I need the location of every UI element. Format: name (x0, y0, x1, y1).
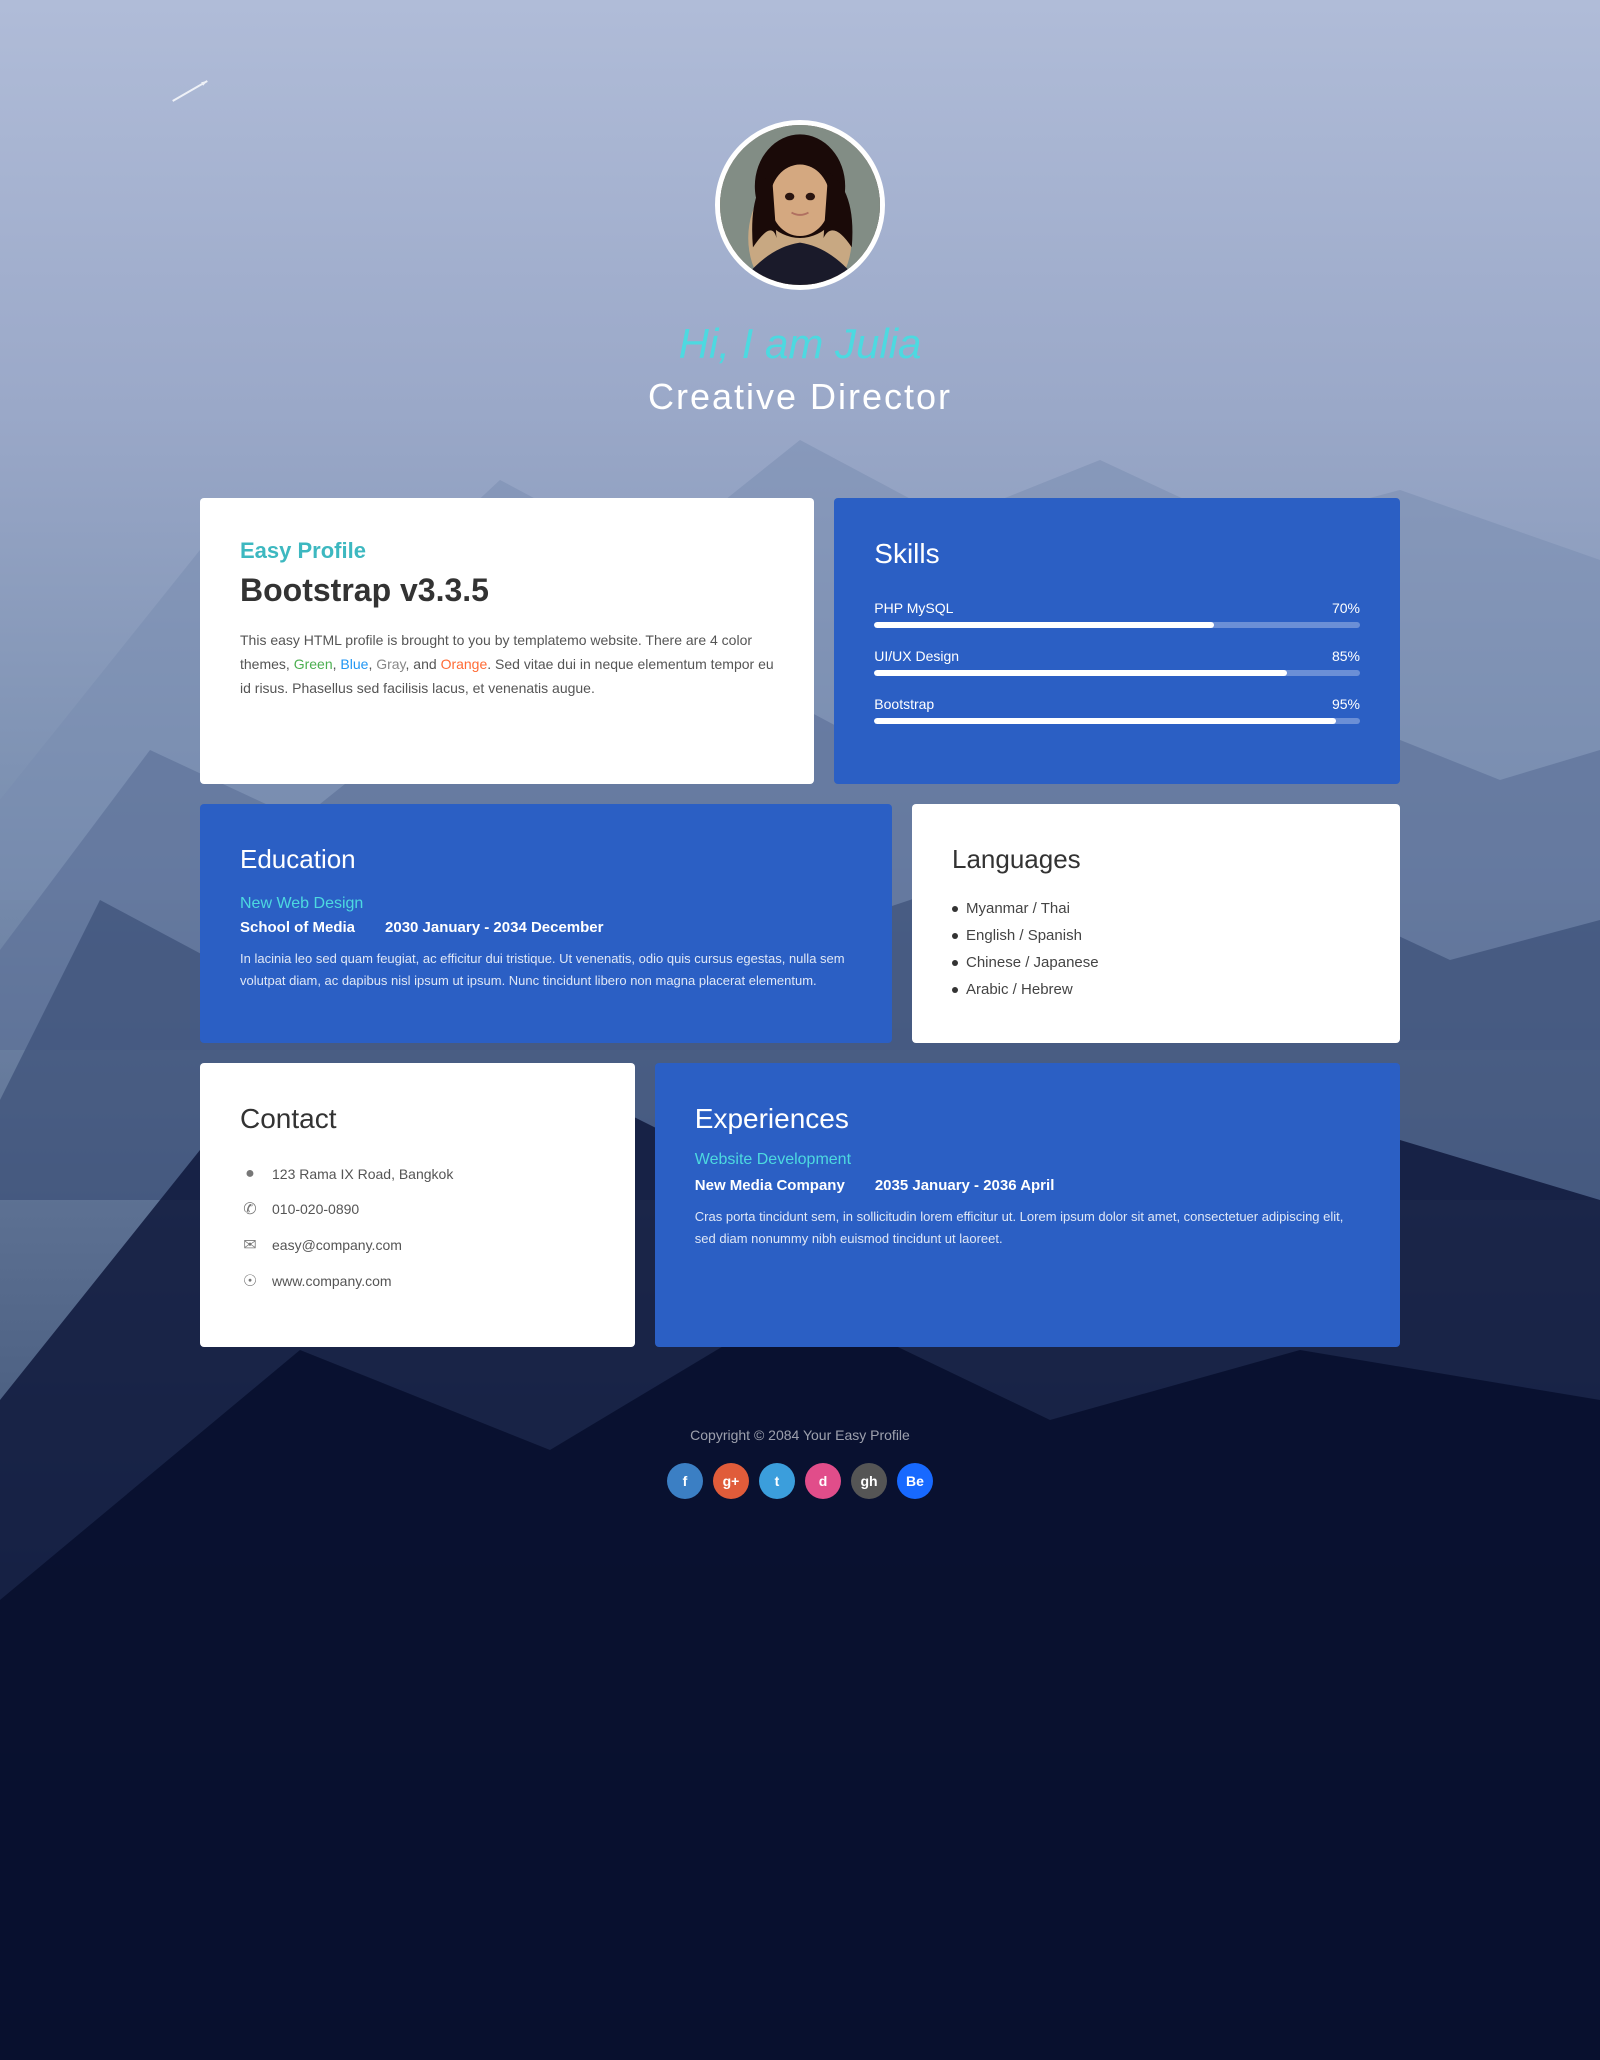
contact-website: ☉ www.company.com (240, 1271, 595, 1291)
skill-bar-fill-php (874, 622, 1214, 628)
skill-item-php: PHP MySQL 70% (874, 600, 1360, 628)
link-orange[interactable]: Orange (441, 656, 488, 672)
lang-label-4: Arabic / Hebrew (966, 981, 1073, 998)
link-blue[interactable]: Blue (340, 656, 368, 672)
social-google[interactable]: g+ (713, 1463, 749, 1499)
languages-card: Languages Myanmar / Thai English / Spani… (912, 804, 1400, 1043)
lang-bullet-1 (952, 906, 958, 912)
profile-card: Easy Profile Bootstrap v3.3.5 This easy … (200, 498, 814, 784)
footer: Copyright © 2084 Your Easy Profile f g+ … (200, 1367, 1400, 1539)
skill-item-bootstrap: Bootstrap 95% (874, 696, 1360, 724)
education-school: School of Media (240, 919, 355, 936)
lang-label-1: Myanmar / Thai (966, 900, 1070, 917)
skill-bar-bg-uiux (874, 670, 1360, 676)
language-item-4: Arabic / Hebrew (952, 976, 1360, 1003)
hero-name: Hi, I am Julia (200, 320, 1400, 368)
education-subsection: New Web Design (240, 895, 852, 913)
contact-phone-text: 010-020-0890 (272, 1201, 359, 1217)
cards-row-1: Easy Profile Bootstrap v3.3.5 This easy … (200, 498, 1400, 784)
social-twitter[interactable]: t (759, 1463, 795, 1499)
education-description: In lacinia leo sed quam feugiat, ac effi… (240, 948, 852, 992)
social-facebook[interactable]: f (667, 1463, 703, 1499)
experiences-subsection: Website Development (695, 1151, 1360, 1169)
social-icons: f g+ t d gh Be (200, 1463, 1400, 1499)
hero-section: Hi, I am Julia Creative Director (200, 60, 1400, 498)
language-item-1: Myanmar / Thai (952, 895, 1360, 922)
contact-title: Contact (240, 1103, 595, 1135)
lang-bullet-4 (952, 987, 958, 993)
education-card: Education New Web Design School of Media… (200, 804, 892, 1043)
skills-card: Skills PHP MySQL 70% UI/UX Design 85% (834, 498, 1400, 784)
skill-percent-php: 70% (1332, 600, 1360, 616)
languages-list: Myanmar / Thai English / Spanish Chinese… (952, 895, 1360, 1003)
languages-title: Languages (952, 844, 1360, 875)
email-icon: ✉ (240, 1235, 260, 1255)
skill-bar-fill-bootstrap (874, 718, 1335, 724)
contact-address: ● 123 Rama IX Road, Bangkok (240, 1165, 595, 1183)
skill-bar-fill-uiux (874, 670, 1287, 676)
profile-description: This easy HTML profile is brought to you… (240, 629, 774, 700)
skill-label-bootstrap: Bootstrap (874, 696, 934, 712)
lang-label-2: English / Spanish (966, 927, 1082, 944)
social-dribbble[interactable]: d (805, 1463, 841, 1499)
phone-icon: ✆ (240, 1199, 260, 1219)
cards-row-3: Contact ● 123 Rama IX Road, Bangkok ✆ 01… (200, 1063, 1400, 1347)
skill-label-php: PHP MySQL (874, 600, 953, 616)
language-item-3: Chinese / Japanese (952, 949, 1360, 976)
lang-label-3: Chinese / Japanese (966, 954, 1099, 971)
link-gray[interactable]: Gray (376, 656, 405, 672)
education-title: Education (240, 844, 852, 875)
footer-copyright: Copyright © 2084 Your Easy Profile (200, 1427, 1400, 1443)
contact-email-text: easy@company.com (272, 1237, 402, 1253)
experiences-description: Cras porta tincidunt sem, in sollicitudi… (695, 1206, 1360, 1250)
hero-title: Creative Director (200, 376, 1400, 418)
skill-bar-bg-bootstrap (874, 718, 1360, 724)
lang-bullet-2 (952, 933, 958, 939)
location-icon: ● (240, 1165, 260, 1183)
education-meta: School of Media 2030 January - 2034 Dece… (240, 919, 852, 936)
experiences-title: Experiences (695, 1103, 1360, 1135)
link-green[interactable]: Green (294, 656, 333, 672)
avatar (720, 125, 880, 285)
experiences-card: Experiences Website Development New Medi… (655, 1063, 1400, 1347)
contact-address-text: 123 Rama IX Road, Bangkok (272, 1166, 453, 1182)
globe-icon: ☉ (240, 1271, 260, 1291)
contact-website-text: www.company.com (272, 1273, 392, 1289)
skills-title: Skills (874, 538, 1360, 570)
bootstrap-title: Bootstrap v3.3.5 (240, 572, 774, 609)
experiences-company: New Media Company (695, 1177, 845, 1194)
social-github[interactable]: gh (851, 1463, 887, 1499)
cards-row-2: Education New Web Design School of Media… (200, 804, 1400, 1043)
language-item-2: English / Spanish (952, 922, 1360, 949)
skill-item-uiux: UI/UX Design 85% (874, 648, 1360, 676)
easy-profile-label: Easy Profile (240, 538, 774, 564)
contact-phone: ✆ 010-020-0890 (240, 1199, 595, 1219)
social-behance[interactable]: Be (897, 1463, 933, 1499)
experiences-period: 2035 January - 2036 April (875, 1177, 1055, 1194)
contact-email: ✉ easy@company.com (240, 1235, 595, 1255)
avatar-wrapper (715, 120, 885, 290)
lang-bullet-3 (952, 960, 958, 966)
education-period: 2030 January - 2034 December (385, 919, 603, 936)
experiences-meta: New Media Company 2035 January - 2036 Ap… (695, 1177, 1360, 1194)
skill-percent-bootstrap: 95% (1332, 696, 1360, 712)
skill-label-uiux: UI/UX Design (874, 648, 959, 664)
skill-percent-uiux: 85% (1332, 648, 1360, 664)
contact-card: Contact ● 123 Rama IX Road, Bangkok ✆ 01… (200, 1063, 635, 1347)
skill-bar-bg-php (874, 622, 1360, 628)
